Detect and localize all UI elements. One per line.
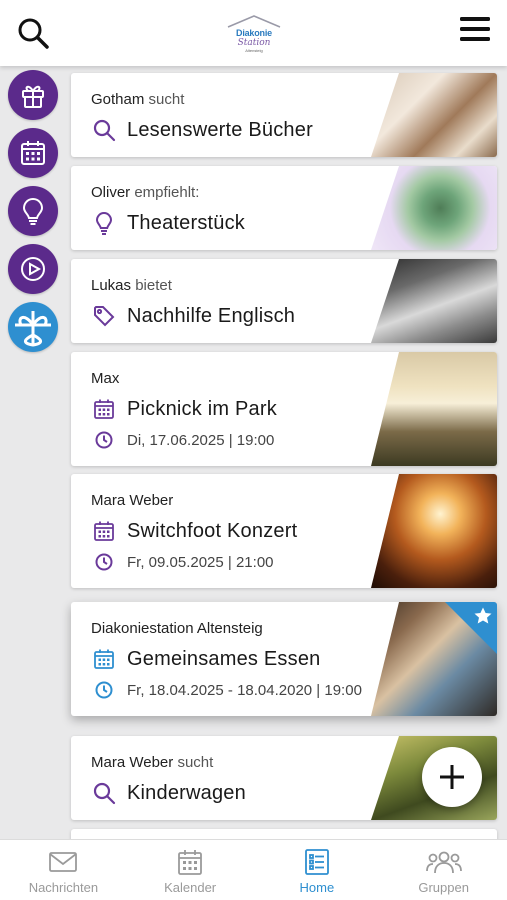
rail-diakonie-button[interactable] — [8, 302, 58, 352]
card-title: Kinderwagen — [127, 781, 246, 804]
feed-card-concert[interactable]: Mara Weber Switchfoot Konzert Fr, 09.05.… — [71, 474, 497, 588]
nav-label: Nachrichten — [28, 880, 99, 895]
rail-gift-button[interactable] — [8, 70, 58, 120]
card-author: Max — [91, 370, 119, 387]
bottom-navigation: Nachrichten Kalender Home Gruppen — [0, 839, 507, 900]
nav-home[interactable]: Home — [254, 840, 381, 900]
tag-icon — [91, 303, 117, 329]
clock-icon — [91, 680, 117, 700]
rail-calendar-button[interactable] — [8, 128, 58, 178]
calendar-icon — [21, 141, 45, 165]
card-author: Oliver empfiehlt: — [91, 184, 199, 201]
card-date: Di, 17.06.2025 | 19:00 — [127, 431, 275, 449]
search-icon — [91, 780, 117, 806]
feed-card-tutoring[interactable]: Lukas bietet Nachhilfe Englisch — [71, 259, 497, 343]
gift-icon — [22, 85, 44, 108]
card-image-succulent — [371, 166, 497, 250]
hamburger-menu-icon — [460, 17, 490, 41]
card-image-concert — [371, 474, 497, 588]
card-title: Gemeinsames Essen — [127, 647, 321, 670]
logo-line3: Altensteig — [245, 48, 263, 53]
calendar-icon — [177, 848, 203, 876]
search-icon — [18, 18, 49, 49]
add-post-button[interactable] — [422, 747, 482, 807]
search-button[interactable] — [16, 16, 50, 50]
feed-card-theater[interactable]: Oliver empfiehlt: Theaterstück — [71, 166, 497, 250]
plus-icon — [440, 765, 464, 789]
card-date: Fr, 18.04.2025 - 18.04.2020 | 19:00 — [127, 681, 362, 699]
menu-button[interactable] — [459, 14, 491, 44]
card-title-row: Kinderwagen — [91, 780, 246, 806]
star-icon — [474, 607, 492, 624]
logo-line1: Diakonie — [236, 28, 272, 38]
diakonie-logo[interactable]: Diakonie Station Altensteig — [222, 14, 286, 54]
author-verb: bietet — [135, 277, 172, 294]
envelope-icon — [48, 848, 78, 876]
card-title-row: Switchfoot Konzert — [91, 518, 297, 544]
author-name: Mara Weber — [91, 754, 174, 771]
card-author: Mara Weber sucht — [91, 754, 213, 771]
app-header: Diakonie Station Altensteig — [0, 0, 507, 66]
author-name: Max — [91, 370, 120, 387]
card-title: Picknick im Park — [127, 397, 277, 420]
calendar-icon — [91, 646, 117, 672]
clock-icon — [91, 552, 117, 572]
category-rail — [8, 70, 58, 360]
card-author: Mara Weber — [91, 492, 173, 509]
card-author: Lukas bietet — [91, 277, 172, 294]
play-icon — [21, 257, 45, 281]
author-name: Gotham — [91, 91, 145, 108]
author-verb: sucht — [148, 91, 185, 108]
diakonie-cross-icon — [15, 311, 51, 347]
feed-card-picnic[interactable]: Max Picknick im Park Di, 17.06.2025 | 19… — [71, 352, 497, 466]
card-image-books — [371, 73, 497, 157]
feed-card-books[interactable]: Gotham sucht Lesenswerte Bücher — [71, 73, 497, 157]
author-verb: empfiehlt: — [134, 184, 200, 201]
logo-line2: Station — [237, 38, 271, 48]
nav-label: Gruppen — [418, 880, 469, 895]
card-title-row: Picknick im Park — [91, 396, 277, 422]
card-title-row: Gemeinsames Essen — [91, 646, 320, 672]
card-title-row: Lesenswerte Bücher — [91, 117, 313, 143]
card-author: Diakoniestation Altensteig — [91, 620, 263, 637]
card-date: Fr, 09.05.2025 | 21:00 — [127, 553, 274, 571]
search-icon — [91, 117, 117, 143]
clock-icon — [91, 430, 117, 450]
card-date-row: Fr, 18.04.2025 - 18.04.2020 | 19:00 — [91, 680, 362, 700]
nav-label: Home — [299, 880, 335, 895]
nav-label: Kalender — [164, 880, 217, 895]
nav-calendar[interactable]: Kalender — [127, 840, 254, 900]
card-title: Nachhilfe Englisch — [127, 304, 296, 327]
list-icon — [304, 848, 330, 876]
author-name: Lukas — [91, 277, 132, 294]
card-title-row: Theaterstück — [91, 210, 245, 236]
card-image-study — [371, 259, 497, 343]
card-author: Gotham sucht — [91, 91, 184, 108]
calendar-icon — [91, 518, 117, 544]
nav-messages[interactable]: Nachrichten — [0, 840, 127, 900]
card-image-park — [371, 352, 497, 466]
author-name: Diakoniestation Altensteig — [91, 620, 263, 637]
lightbulb-icon — [22, 197, 44, 225]
calendar-icon — [91, 396, 117, 422]
author-name: Oliver — [91, 184, 131, 201]
author-verb: sucht — [177, 754, 214, 771]
card-title: Switchfoot Konzert — [127, 519, 298, 542]
lightbulb-icon — [91, 210, 117, 236]
group-icon — [425, 848, 462, 876]
feed-card-dinner[interactable]: Diakoniestation Altensteig Gemeinsames E… — [71, 602, 497, 716]
card-title: Lesenswerte Bücher — [127, 118, 313, 141]
card-title-row: Nachhilfe Englisch — [91, 303, 295, 329]
rail-media-button[interactable] — [8, 244, 58, 294]
rail-idea-button[interactable] — [8, 186, 58, 236]
card-title: Theaterstück — [127, 211, 246, 234]
card-date-row: Fr, 09.05.2025 | 21:00 — [91, 552, 274, 572]
logo-roof-icon — [227, 15, 281, 28]
card-date-row: Di, 17.06.2025 | 19:00 — [91, 430, 274, 450]
author-name: Mara Weber — [91, 492, 174, 509]
nav-groups[interactable]: Gruppen — [380, 840, 507, 900]
